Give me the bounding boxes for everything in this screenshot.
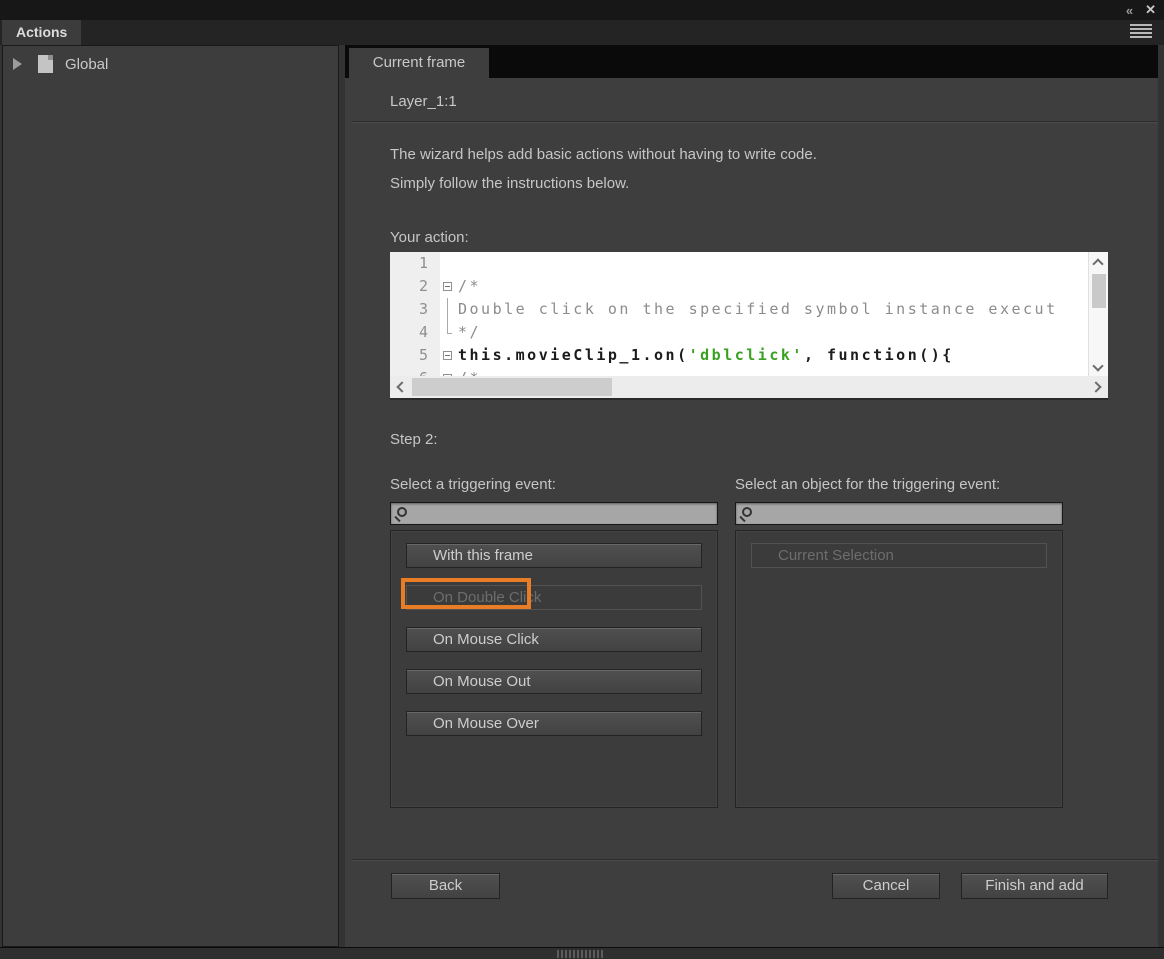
- code-view: 1 2 /* 3 Double click on the specified s…: [390, 252, 1108, 378]
- code-editor[interactable]: 1 2 /* 3 Double click on the specified s…: [390, 252, 1108, 400]
- cancel-button[interactable]: Cancel: [832, 873, 940, 899]
- fold-toggle-icon[interactable]: [440, 344, 458, 367]
- separator: [352, 859, 1158, 861]
- event-option-on-mouse-out[interactable]: On Mouse Out: [406, 669, 702, 694]
- collapse-panel-icon[interactable]: «: [1126, 3, 1133, 18]
- code-text: Double click on the specified symbol ins…: [458, 300, 1058, 318]
- your-action-label: Your action:: [390, 229, 469, 246]
- panel-menu-icon[interactable]: [1130, 24, 1152, 40]
- line-number: 5: [418, 346, 428, 364]
- document-icon: [38, 55, 53, 73]
- code-line: 3 Double click on the specified symbol i…: [390, 298, 1108, 321]
- code-line: 1: [390, 252, 1108, 275]
- wizard-panel: Current frame Layer_1:1 The wizard helps…: [345, 45, 1158, 947]
- scroll-up-icon[interactable]: [1092, 258, 1104, 270]
- event-option-with-this-frame[interactable]: With this frame: [406, 543, 702, 568]
- resize-grip[interactable]: [557, 950, 603, 958]
- line-number: 4: [418, 323, 428, 341]
- object-search-box[interactable]: [735, 502, 1063, 525]
- step-label: Step 2:: [390, 431, 438, 448]
- code-text: this.movieClip_1.on(: [458, 346, 689, 364]
- line-number: 3: [418, 300, 428, 318]
- code-text: , function(){: [803, 346, 954, 364]
- tab-current-frame[interactable]: Current frame: [349, 48, 489, 78]
- event-list: With this frame On Double Click On Mouse…: [390, 530, 718, 808]
- panel-tab-row: Actions: [0, 20, 1164, 45]
- expand-arrow-icon[interactable]: [13, 58, 22, 70]
- code-line: 2 /*: [390, 275, 1108, 298]
- vertical-scroll-thumb[interactable]: [1092, 274, 1106, 308]
- bottom-resize-bar: [0, 947, 1164, 959]
- object-list: Current Selection: [735, 530, 1063, 808]
- scroll-right-icon[interactable]: [1090, 381, 1102, 393]
- scroll-down-icon[interactable]: [1092, 360, 1104, 372]
- tree-item-global[interactable]: Global: [3, 52, 338, 76]
- back-button[interactable]: Back: [391, 873, 500, 899]
- tree-item-label: Global: [65, 55, 109, 73]
- code-string: 'dblclick': [688, 346, 804, 364]
- line-number: 2: [418, 277, 428, 295]
- separator: [352, 121, 1158, 123]
- tab-actions[interactable]: Actions: [2, 20, 82, 45]
- horizontal-scrollbar[interactable]: [390, 376, 1108, 398]
- object-search-input[interactable]: [760, 503, 1058, 524]
- fold-margin: [440, 252, 458, 275]
- search-icon: [397, 507, 407, 517]
- horizontal-scroll-thumb[interactable]: [412, 378, 612, 396]
- title-bar: « ✕: [0, 0, 1164, 20]
- close-icon[interactable]: ✕: [1145, 2, 1156, 18]
- wizard-intro-line1: The wizard helps add basic actions witho…: [390, 146, 817, 163]
- code-text: */: [458, 323, 482, 341]
- actions-panel-window: « ✕ Actions Global Current frame Layer_1…: [0, 0, 1164, 959]
- event-option-on-mouse-over[interactable]: On Mouse Over: [406, 711, 702, 736]
- frame-tab-bar: Current frame: [345, 45, 1158, 78]
- script-tree-panel: Global: [2, 45, 339, 947]
- wizard-intro-line2: Simply follow the instructions below.: [390, 175, 630, 192]
- finish-and-add-button[interactable]: Finish and add: [961, 873, 1108, 899]
- event-search-input[interactable]: [415, 503, 713, 524]
- code-line: 4 */: [390, 321, 1108, 344]
- fold-margin: [440, 298, 458, 321]
- scroll-left-icon[interactable]: [396, 381, 408, 393]
- trigger-object-label: Select an object for the triggering even…: [735, 476, 1001, 493]
- event-option-on-double-click[interactable]: On Double Click: [406, 585, 702, 610]
- search-icon: [742, 507, 752, 517]
- vertical-scrollbar[interactable]: [1088, 252, 1108, 378]
- fold-toggle-icon[interactable]: [440, 275, 458, 298]
- event-option-on-mouse-click[interactable]: On Mouse Click: [406, 627, 702, 652]
- event-search-box[interactable]: [390, 502, 718, 525]
- line-number: 1: [418, 254, 428, 272]
- layer-label: Layer_1:1: [390, 93, 457, 110]
- code-line: 5 this.movieClip_1.on('dblclick', functi…: [390, 344, 1108, 367]
- object-option-current-selection[interactable]: Current Selection: [751, 543, 1047, 568]
- trigger-event-label: Select a triggering event:: [390, 476, 556, 493]
- code-text: /*: [458, 277, 482, 295]
- fold-margin: [440, 321, 458, 344]
